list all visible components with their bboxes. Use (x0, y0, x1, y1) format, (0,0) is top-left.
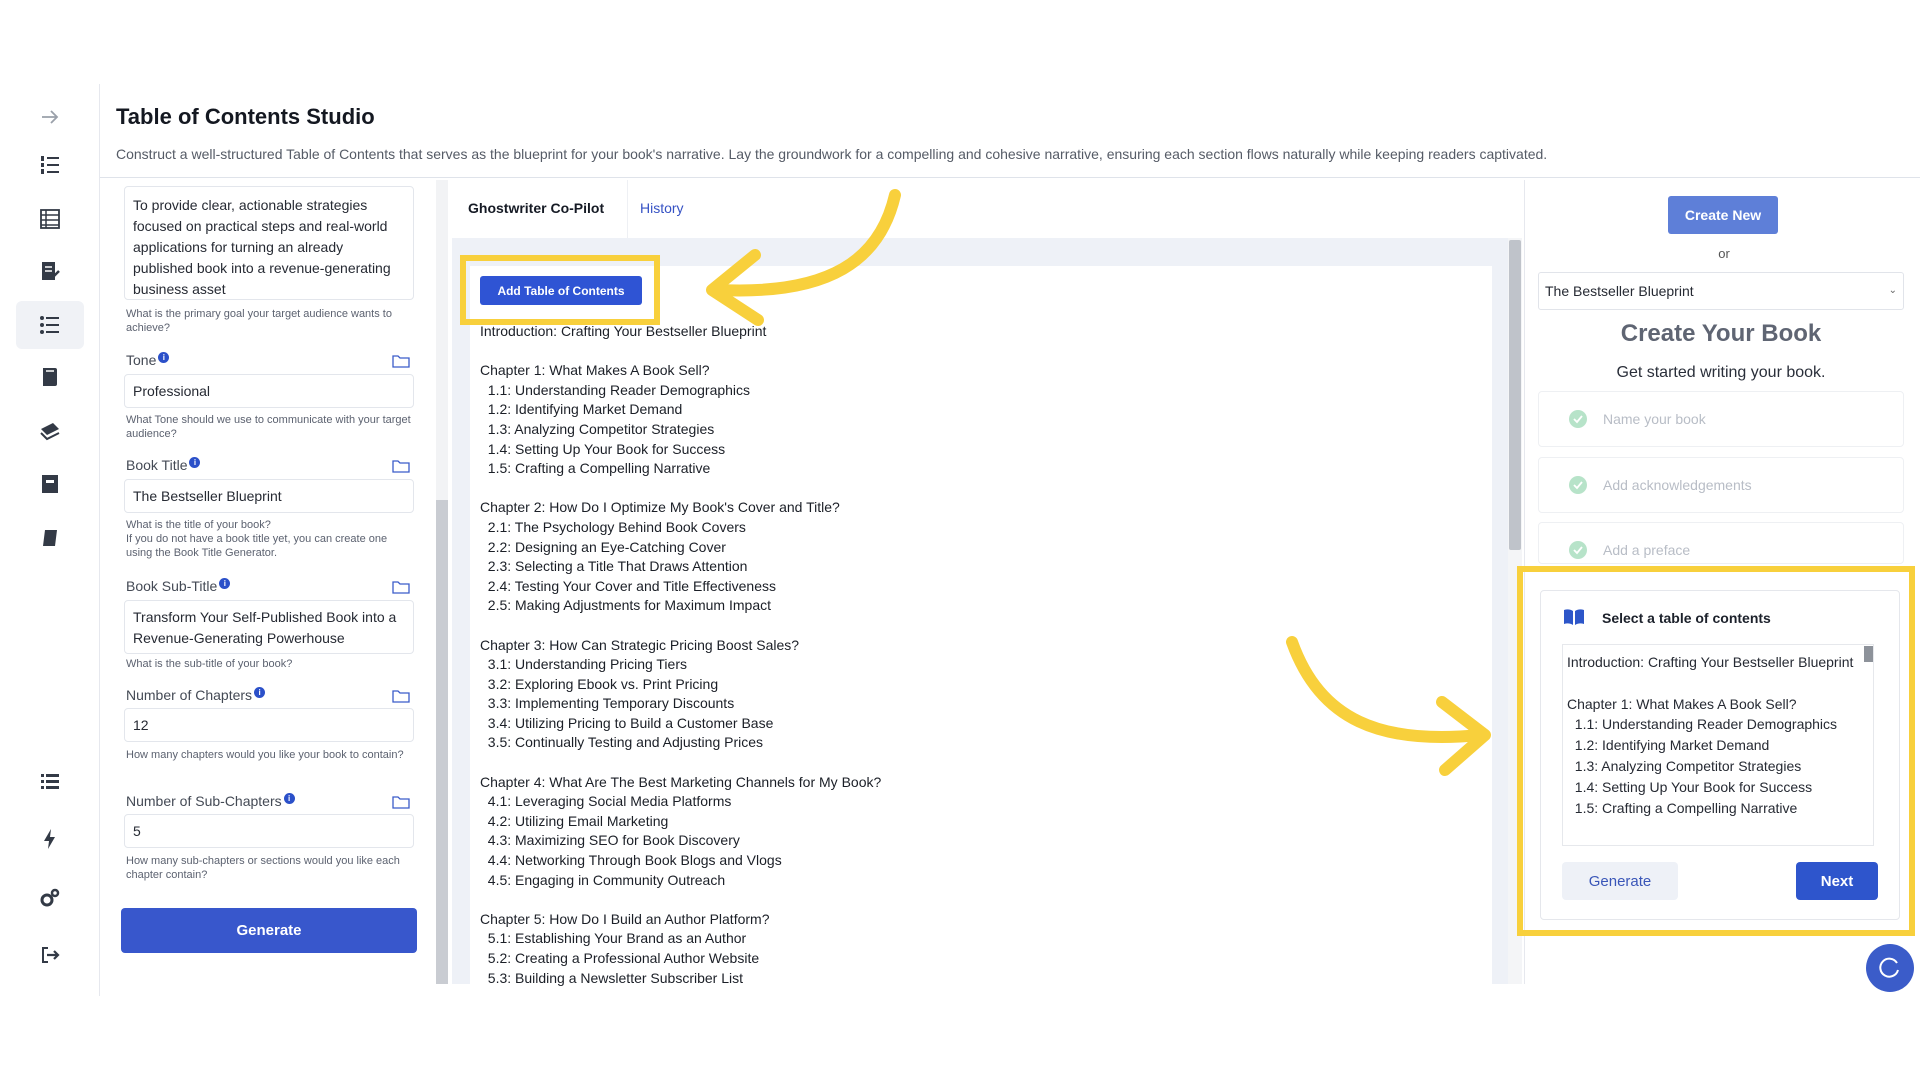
settings-icon[interactable] (16, 874, 84, 922)
assistant-button[interactable] (1866, 944, 1914, 992)
open-book-icon (1564, 609, 1584, 625)
notebook-icon[interactable] (16, 514, 84, 562)
subchapters-label-text: Number of Sub-Chapters (126, 793, 282, 809)
info-icon[interactable]: i (189, 457, 201, 468)
ordered-list-icon[interactable] (16, 141, 84, 189)
tone-label: Tone i (126, 352, 170, 368)
sidebar-divider (99, 84, 100, 996)
folder-icon[interactable] (392, 459, 410, 473)
step-preface[interactable]: Add a preface (1538, 522, 1904, 564)
arrow-right-icon[interactable] (16, 93, 84, 141)
goal-help: What is the primary goal your target aud… (126, 308, 392, 334)
book-subtitle-label-text: Book Sub-Title (126, 578, 218, 594)
folder-icon[interactable] (392, 354, 410, 368)
step-acknowledgements[interactable]: Add acknowledgements (1538, 457, 1904, 513)
book-icon[interactable] (16, 353, 84, 401)
add-toc-button[interactable]: Add Table of Contents (480, 276, 642, 305)
archive-icon[interactable] (16, 460, 84, 508)
generate-button[interactable]: Generate (121, 908, 417, 953)
check-icon (1569, 410, 1587, 428)
edit-document-icon[interactable] (16, 247, 84, 295)
generate-toc-button[interactable]: Generate (1562, 862, 1678, 900)
tab-history[interactable]: History (640, 200, 684, 216)
page-header: Table of Contents Studio Construct a wel… (116, 104, 1906, 162)
check-icon (1569, 541, 1587, 559)
book-select[interactable]: The Bestseller Blueprint ⌄ (1538, 272, 1904, 310)
editor-scrollbar-thumb[interactable] (1509, 240, 1521, 550)
form-scrollbar-thumb[interactable] (436, 500, 448, 984)
annotation-arrow-right-icon (1286, 636, 1491, 776)
book-subtitle-help: What is the sub-title of your book? (126, 658, 293, 670)
subchapters-field[interactable]: 5 (124, 814, 414, 848)
logout-icon[interactable] (16, 931, 84, 979)
create-new-button[interactable]: Create New (1668, 196, 1778, 234)
chapters-field[interactable]: 12 (124, 708, 414, 742)
books-stack-icon[interactable] (16, 407, 84, 455)
book-subtitle-label: Book Sub-Title i (126, 578, 231, 594)
check-icon (1569, 476, 1587, 494)
tone-help: What Tone should we use to communicate w… (126, 414, 411, 440)
subchapters-help: How many sub-chapters or sections would … (126, 855, 400, 881)
book-title-label: Book Title i (126, 457, 201, 473)
book-title-label-text: Book Title (126, 457, 188, 473)
subchapters-label: Number of Sub-Chapters i (126, 793, 295, 809)
annotation-arrow-left-icon (706, 189, 901, 326)
list-icon[interactable] (16, 757, 84, 805)
bolt-icon[interactable] (16, 815, 84, 863)
info-icon[interactable]: i (158, 352, 170, 363)
info-icon[interactable]: i (283, 793, 295, 804)
select-toc-label: Select a table of contents (1602, 610, 1771, 626)
goal-field[interactable]: To provide clear, actionable strategies … (124, 186, 414, 300)
tone-label-text: Tone (126, 352, 157, 368)
create-book-title: Create Your Book (1620, 320, 1822, 347)
toc-preview-scrollbar[interactable] (1864, 646, 1873, 662)
step-label: Name your book (1603, 411, 1706, 427)
folder-icon[interactable] (392, 689, 410, 703)
table-icon[interactable] (16, 195, 84, 243)
info-icon[interactable]: i (254, 687, 266, 698)
chapters-label: Number of Chapters i (126, 687, 266, 703)
page-title: Table of Contents Studio (116, 104, 375, 129)
toc-preview-text[interactable]: Introduction: Crafting Your Bestseller B… (1567, 652, 1857, 818)
chevron-down-icon: ⌄ (1888, 285, 1897, 296)
chapters-label-text: Number of Chapters (126, 687, 253, 703)
book-subtitle-field[interactable]: Transform Your Self-Published Book into … (124, 600, 414, 654)
step-label: Add acknowledgements (1603, 477, 1752, 493)
book-title-field[interactable]: The Bestseller Blueprint (124, 479, 414, 513)
create-book-subtitle: Get started writing your book. (1616, 364, 1826, 381)
tab-ghostwriter[interactable]: Ghostwriter Co-Pilot (468, 200, 604, 216)
toc-list-icon[interactable] (16, 301, 84, 349)
info-icon[interactable]: i (219, 578, 231, 589)
refresh-icon (1879, 957, 1899, 978)
tone-field[interactable]: Professional (124, 374, 414, 408)
next-button[interactable]: Next (1796, 862, 1878, 900)
folder-icon[interactable] (392, 580, 410, 594)
step-label: Add a preface (1603, 542, 1691, 558)
book-title-help: What is the title of your book? If you d… (126, 519, 388, 559)
folder-icon[interactable] (392, 795, 410, 809)
chapters-help: How many chapters would you like your bo… (126, 749, 404, 761)
or-label: or (1718, 246, 1730, 261)
book-select-value: The Bestseller Blueprint (1545, 283, 1694, 299)
page-subtitle: Construct a well-structured Table of Con… (116, 146, 1548, 162)
step-name-book[interactable]: Name your book (1538, 391, 1904, 447)
header-divider (100, 177, 1920, 178)
